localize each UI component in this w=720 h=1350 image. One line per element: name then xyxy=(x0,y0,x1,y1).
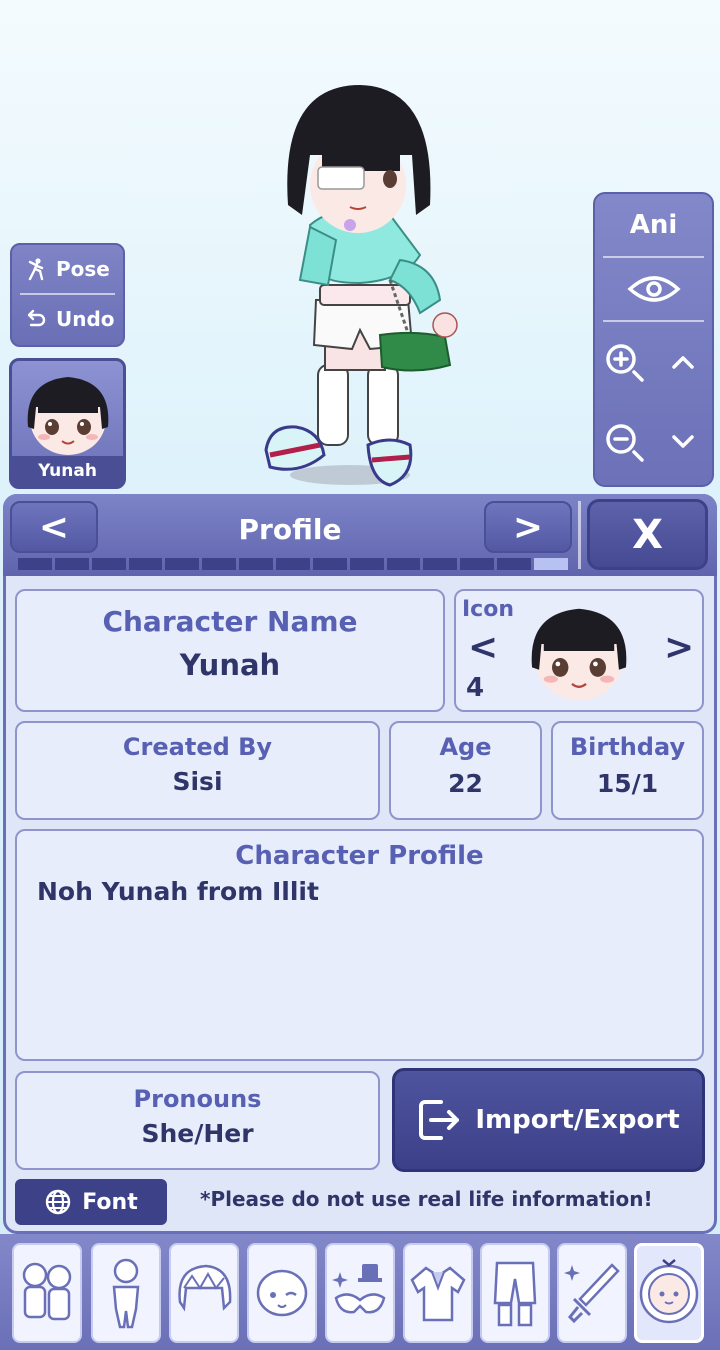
eye-icon xyxy=(626,276,681,302)
zoom-in-icon xyxy=(606,344,644,382)
import-export-button[interactable]: Import/Export xyxy=(392,1068,705,1172)
face-icon xyxy=(256,1269,308,1317)
character-profile-title: Character Profile xyxy=(235,841,484,871)
scroll-down-button[interactable] xyxy=(654,402,713,482)
age-field[interactable]: Age 22 xyxy=(389,721,542,820)
pronouns-title: Pronouns xyxy=(133,1085,262,1113)
zoom-out-icon xyxy=(606,424,644,462)
progress-segment xyxy=(276,558,310,570)
globe-icon xyxy=(46,1189,71,1215)
progress-segment xyxy=(91,558,126,570)
progress-segment xyxy=(423,558,458,570)
top-tab[interactable] xyxy=(403,1243,473,1343)
character-head-icon xyxy=(27,377,109,455)
character-name-field[interactable]: Character Name Yunah xyxy=(15,589,445,712)
character-figure[interactable] xyxy=(240,75,490,495)
accessories-icon xyxy=(332,1264,386,1314)
props-tab[interactable] xyxy=(557,1243,627,1343)
tool-panel: Pose Undo xyxy=(10,243,125,347)
icon-number: 4 xyxy=(466,673,485,703)
import-export-icon xyxy=(419,1100,460,1140)
character-profile-field[interactable]: Character Profile Noh Yunah from Illit xyxy=(15,829,704,1061)
birthday-value: 15/1 xyxy=(596,769,659,798)
birthday-title: Birthday xyxy=(569,733,686,761)
prev-page-button[interactable]: < xyxy=(10,501,98,553)
age-value: 22 xyxy=(448,769,483,798)
sword-icon xyxy=(564,1263,620,1324)
next-page-button[interactable]: > xyxy=(484,501,572,553)
progress-segment xyxy=(18,558,52,570)
bottom-tab[interactable] xyxy=(480,1243,550,1343)
zoom-in-button[interactable] xyxy=(595,322,654,402)
close-button[interactable]: X xyxy=(587,499,708,570)
age-title: Age xyxy=(439,733,492,761)
progress-segment xyxy=(349,558,384,570)
progress-segment xyxy=(239,558,274,570)
privacy-notice: *Please do not use real life information… xyxy=(200,1187,653,1211)
header-separator xyxy=(578,501,581,569)
icon-selector: Icon < 4 > xyxy=(454,589,704,712)
animation-button[interactable]: Ani xyxy=(595,194,712,256)
body-icon xyxy=(112,1258,140,1329)
progress-segment xyxy=(128,558,163,570)
created-by-field[interactable]: Created By Sisi xyxy=(15,721,380,820)
undo-icon xyxy=(24,307,48,331)
profile-icon xyxy=(639,1259,699,1324)
progress-segment xyxy=(460,558,495,570)
pants-icon xyxy=(493,1261,537,1327)
character-profile-text: Noh Yunah from Illit xyxy=(37,877,319,906)
progress-segment xyxy=(386,558,421,570)
hair-tab[interactable] xyxy=(169,1243,239,1343)
created-by-value: Sisi xyxy=(172,767,223,796)
chevron-up-icon xyxy=(672,356,694,369)
profile-tab[interactable] xyxy=(634,1243,704,1343)
undo-label: Undo xyxy=(56,307,115,331)
font-label: Font xyxy=(82,1189,138,1215)
visibility-toggle[interactable] xyxy=(595,258,712,320)
font-button[interactable]: Font xyxy=(15,1179,167,1225)
presets-icon xyxy=(22,1262,72,1321)
zoom-out-row xyxy=(595,402,712,482)
pronouns-field[interactable]: Pronouns She/Her xyxy=(15,1071,380,1170)
icon-title: Icon xyxy=(462,597,515,622)
character-icon-preview xyxy=(531,608,627,701)
import-export-label: Import/Export xyxy=(475,1105,680,1135)
created-by-title: Created By xyxy=(122,733,273,761)
progress-segment xyxy=(497,558,532,570)
icon-prev-button[interactable]: < xyxy=(468,627,498,668)
accessories-tab[interactable] xyxy=(325,1243,395,1343)
shirt-icon xyxy=(410,1266,466,1322)
chevron-down-icon xyxy=(672,435,694,448)
character-name-title: Character Name xyxy=(102,605,358,638)
progress-segment xyxy=(534,558,568,570)
zoom-in-row xyxy=(595,322,712,402)
scroll-up-button[interactable] xyxy=(654,322,713,402)
page-progress xyxy=(18,558,568,570)
body-tab[interactable] xyxy=(91,1243,161,1343)
pose-label: Pose xyxy=(56,257,110,281)
face-tab[interactable] xyxy=(247,1243,317,1343)
hair-icon xyxy=(178,1264,232,1312)
progress-segment xyxy=(312,558,347,570)
progress-segment xyxy=(165,558,200,570)
pronouns-value: She/Her xyxy=(141,1119,254,1148)
page-title: Profile xyxy=(238,512,342,546)
progress-segment xyxy=(54,558,89,570)
character-name-value: Yunah xyxy=(179,648,281,682)
icon-next-button[interactable]: > xyxy=(664,627,694,668)
progress-segment xyxy=(202,558,237,570)
pose-button[interactable]: Pose xyxy=(12,245,123,293)
zoom-out-button[interactable] xyxy=(595,402,654,482)
camera-panel: Ani xyxy=(593,192,714,487)
birthday-field[interactable]: Birthday 15/1 xyxy=(551,721,704,820)
undo-button[interactable]: Undo xyxy=(12,295,123,343)
pose-icon xyxy=(24,257,48,281)
character-card[interactable]: Yunah xyxy=(9,358,126,489)
character-card-name: Yunah xyxy=(12,456,123,486)
presets-tab[interactable] xyxy=(12,1243,82,1343)
